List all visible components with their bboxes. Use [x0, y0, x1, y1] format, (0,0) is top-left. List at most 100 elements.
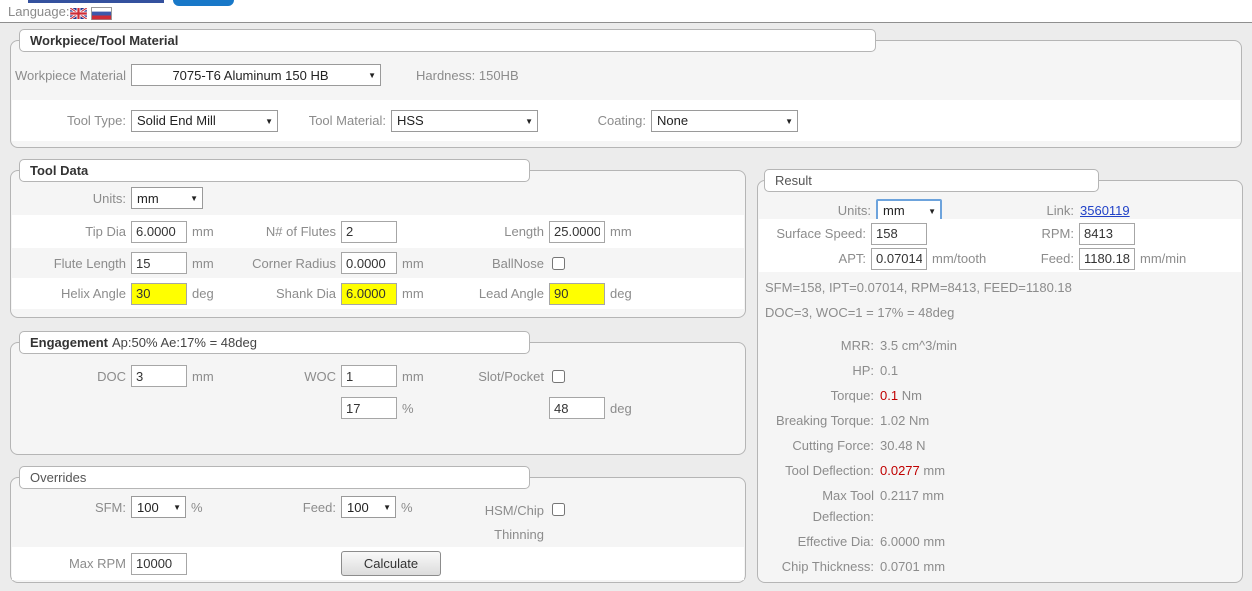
result-rows: MRR: 3.5 cm^3/min HP: 0.1 Torque: 0.1 Nm… [765, 335, 1235, 577]
woc-label: WOC [234, 369, 336, 384]
rpm-field: RPM: [969, 221, 1135, 246]
max-rpm-input[interactable] [131, 553, 187, 575]
mrr-row: MRR: 3.5 cm^3/min [765, 335, 1235, 356]
tool-material-label: Tool Material: [234, 113, 386, 128]
woc-input[interactable] [341, 365, 397, 387]
result-summary-line-1: SFM=158, IPT=0.07014, RPM=8413, FEED=118… [765, 275, 1235, 300]
hsm-chip-label: HSM/Chip Thinning [438, 499, 544, 547]
top-bar: Language: [0, 0, 1252, 23]
hardness-field: Hardness: 150HB [416, 55, 519, 95]
language-label: Language: [8, 4, 69, 19]
tool-units-field: Units: mm ▼ [14, 183, 203, 213]
tool-units-row: Units: mm ▼ [12, 183, 744, 213]
result-link[interactable]: 3560119 [1080, 203, 1130, 218]
corner-radius-input[interactable] [341, 252, 397, 274]
helix-angle-field: Helix Angle deg [14, 278, 214, 309]
helix-angle-unit: deg [192, 286, 214, 301]
surface-speed-field: Surface Speed: [761, 221, 927, 246]
slot-pocket-checkbox[interactable] [552, 370, 565, 383]
tool-units-select[interactable]: mm ▼ [131, 187, 203, 209]
tool-data-panel: Tool Data Units: mm ▼ Tip Dia mm N# of F… [10, 170, 746, 318]
shank-dia-label: Shank Dia [234, 286, 336, 301]
workpiece-material-select[interactable]: 7075-T6 Aluminum 150 HB ▼ [131, 64, 381, 86]
coating-field: Coating: None ▼ [438, 100, 798, 141]
lead-angle-label: Lead Angle [438, 286, 544, 301]
length-unit: mm [610, 224, 632, 239]
tool-data-legend: Tool Data [19, 159, 530, 182]
coating-select[interactable]: None ▼ [651, 110, 798, 132]
engagement-row-1: DOC mm WOC mm Slot/Pocket [12, 361, 744, 391]
sfm-override-label: SFM: [14, 500, 126, 515]
surface-speed-input[interactable] [871, 223, 927, 245]
doc-field: DOC mm [14, 361, 214, 391]
rpm-label: RPM: [969, 226, 1074, 241]
coating-label: Coating: [438, 113, 646, 128]
rpm-input[interactable] [1079, 223, 1135, 245]
sfm-override-select[interactable]: 100 ▼ [131, 496, 186, 518]
tool-units-value: mm [137, 191, 159, 206]
workpiece-panel-legend: Workpiece/Tool Material [19, 29, 876, 52]
feed-override-label: Feed: [234, 500, 336, 515]
engagement-panel: EngagementAp:50% Ae:17% = 48deg DOC mm W… [10, 342, 746, 455]
tip-dia-input[interactable] [131, 221, 187, 243]
feed-override-value: 100 [347, 500, 369, 515]
workpiece-material-value: 7075-T6 Aluminum 150 HB [172, 68, 328, 83]
ballnose-checkbox[interactable] [552, 257, 565, 270]
hp-row: HP: 0.1 [765, 360, 1235, 381]
overrides-legend: Overrides [19, 466, 530, 489]
torque-row: Torque: 0.1 Nm [765, 385, 1235, 406]
ru-flag-icon[interactable] [91, 7, 112, 23]
woc-percent-field: % [234, 393, 414, 423]
flute-length-label: Flute Length [14, 256, 126, 271]
flute-length-unit: mm [192, 256, 214, 271]
length-label: Length [438, 224, 544, 239]
flute-length-input[interactable] [131, 252, 187, 274]
flutes-input[interactable] [341, 221, 397, 243]
hardness-text: Hardness: 150HB [416, 68, 519, 83]
uk-flag-icon[interactable] [70, 7, 87, 22]
result-feed-field: Feed: mm/min [969, 246, 1186, 271]
length-input[interactable] [549, 221, 605, 243]
woc-degrees-input[interactable] [549, 397, 605, 419]
hsm-chip-checkbox[interactable] [552, 503, 565, 516]
result-summary-line-2: DOC=3, WOC=1 = 17% = 48deg [765, 300, 1235, 325]
result-link-label: Link: [969, 203, 1074, 218]
corner-radius-field: Corner Radius mm [234, 248, 424, 278]
result-feed-input[interactable] [1079, 248, 1135, 270]
doc-label: DOC [14, 369, 126, 384]
calculate-button[interactable]: Calculate [341, 551, 441, 576]
corner-radius-unit: mm [402, 256, 424, 271]
result-units-select[interactable]: mm ▼ [876, 199, 942, 221]
helix-angle-label: Helix Angle [14, 286, 126, 301]
feed-override-select[interactable]: 100 ▼ [341, 496, 396, 518]
helix-angle-input[interactable] [131, 283, 187, 305]
overrides-row-1: SFM: 100 ▼ % Feed: 100 ▼ % HSM/Chip Thin… [12, 496, 744, 540]
engagement-row-2: % deg [12, 393, 744, 423]
top-tab-remnant[interactable] [173, 0, 234, 6]
result-units-value: mm [883, 203, 905, 218]
flutes-field: N# of Flutes [234, 215, 397, 248]
flute-length-field: Flute Length mm [14, 248, 214, 278]
overrides-panel: Overrides SFM: 100 ▼ % Feed: 100 ▼ % HSM… [10, 477, 746, 583]
result-panel: Result Units: mm ▼ Link: 3560119 Surface… [757, 180, 1243, 583]
chevron-down-icon: ▼ [928, 208, 936, 216]
apt-input[interactable] [871, 248, 927, 270]
workpiece-material-label: Workpiece Material [14, 68, 126, 83]
workpiece-material-field: Workpiece Material 7075-T6 Aluminum 150 … [14, 55, 381, 95]
shank-dia-input[interactable] [341, 283, 397, 305]
woc-degrees-field: deg [438, 393, 632, 423]
top-tab-underline[interactable] [28, 0, 164, 3]
result-feed-label: Feed: [969, 251, 1074, 266]
coating-value: None [657, 113, 688, 128]
lead-angle-input[interactable] [549, 283, 605, 305]
woc-percent-input[interactable] [341, 397, 397, 419]
ballnose-field: BallNose [438, 248, 565, 278]
woc-field: WOC mm [234, 361, 424, 391]
workpiece-row: Workpiece Material 7075-T6 Aluminum 150 … [12, 55, 1240, 95]
breaking-torque-row: Breaking Torque: 1.02 Nm [765, 410, 1235, 431]
surface-speed-label: Surface Speed: [761, 226, 866, 241]
doc-input[interactable] [131, 365, 187, 387]
lead-angle-field: Lead Angle deg [438, 278, 632, 309]
effective-dia-row: Effective Dia: 6.0000 mm [765, 531, 1235, 552]
shank-dia-unit: mm [402, 286, 424, 301]
